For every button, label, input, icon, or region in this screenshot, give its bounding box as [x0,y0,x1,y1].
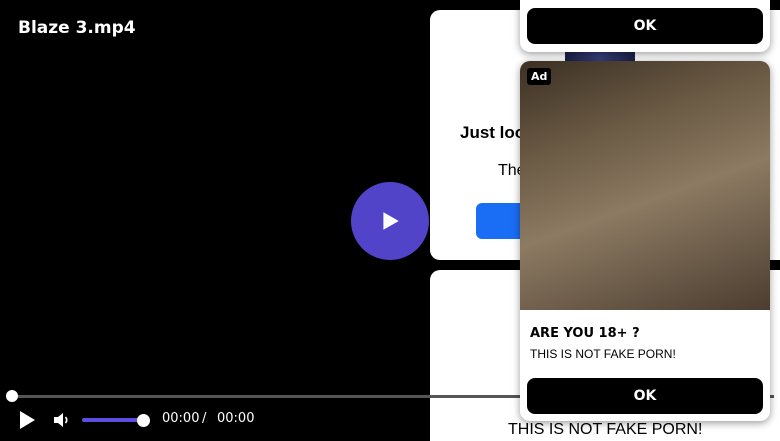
volume-handle[interactable] [137,414,150,427]
duration: 00:00 [217,411,255,426]
ad-heading: ARE YOU 18+ ? [530,326,640,341]
current-time: 00:00 [162,411,200,426]
card-headline: Just loo [460,123,526,142]
time-separator: / [202,411,207,426]
play-icon [383,212,399,230]
popup-ad: Ad ARE YOU 18+ ? THIS IS NOT FAKE PORN! … [520,61,770,421]
big-play-button[interactable] [351,182,429,260]
play-icon[interactable] [17,410,37,430]
video-title: Blaze 3.mp4 [18,18,136,38]
progress-handle[interactable] [6,390,18,402]
ok-button[interactable]: OK [527,378,763,414]
ok-button[interactable]: OK [527,8,763,44]
popup-ad-top: OK [520,0,770,52]
volume-icon[interactable] [52,410,72,430]
card-bottom-text: THIS IS NOT FAKE PORN! [508,421,703,438]
ad-text: THIS IS NOT FAKE PORN! [530,347,676,361]
ad-badge: Ad [527,68,552,85]
ad-image[interactable] [520,61,770,310]
volume-slider[interactable] [82,418,144,422]
